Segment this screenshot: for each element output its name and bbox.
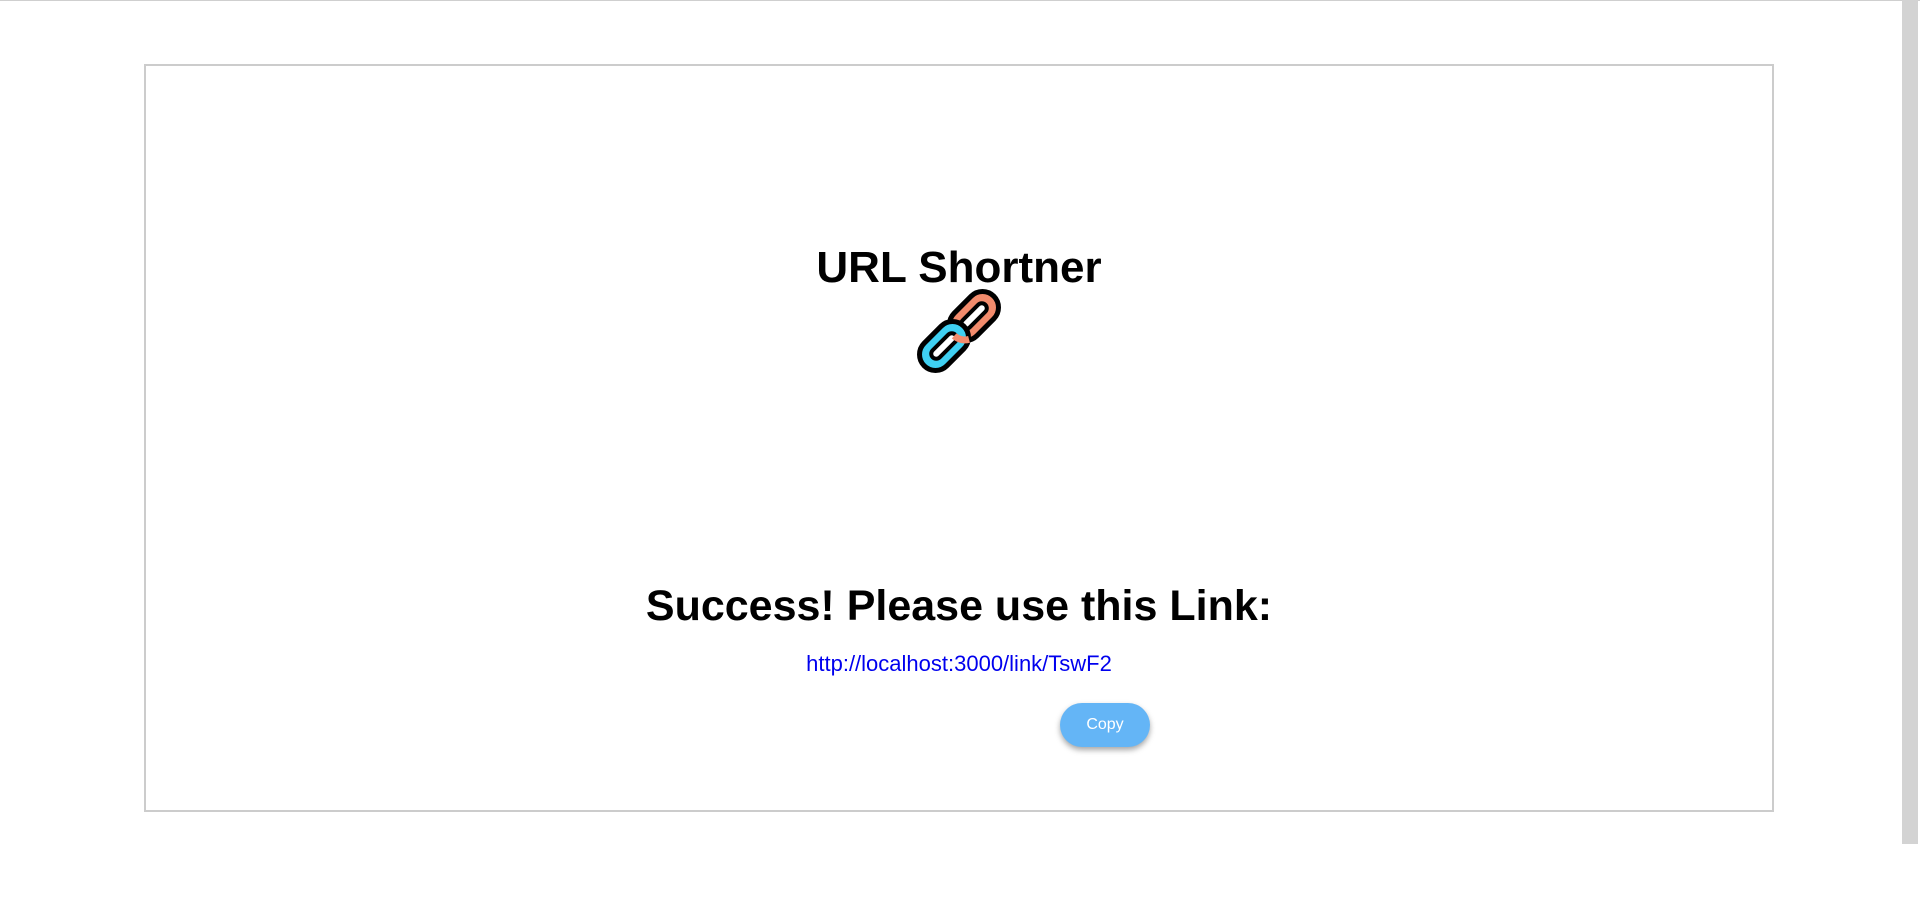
top-divider [0,0,1920,1]
chain-link-icon [917,289,1001,373]
main-card: URL Shortner Success! Please use this Li… [144,64,1774,812]
vertical-scrollbar[interactable] [1902,0,1918,844]
card-content: URL Shortner Success! Please use this Li… [146,66,1772,810]
short-url-link[interactable]: http://localhost:3000/link/TswF2 [146,650,1772,678]
copy-button[interactable]: Copy [1060,703,1150,747]
success-message: Success! Please use this Link: [645,582,1273,630]
